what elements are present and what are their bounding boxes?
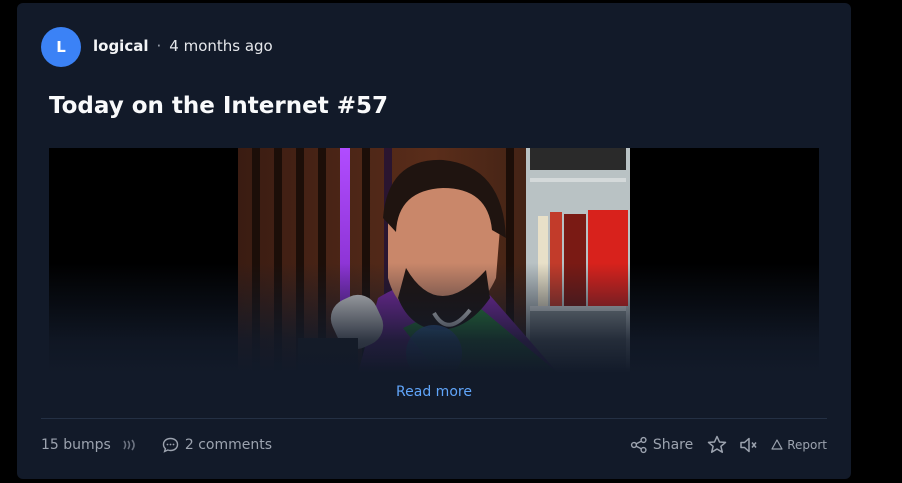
divider bbox=[41, 418, 827, 419]
star-icon[interactable] bbox=[707, 435, 727, 454]
bumps-count: 15 bumps bbox=[41, 437, 111, 453]
read-more-link[interactable]: Read more bbox=[17, 384, 851, 400]
share-button[interactable]: Share bbox=[630, 436, 693, 454]
avatar[interactable]: L bbox=[41, 27, 81, 67]
comments-button[interactable]: 2 comments bbox=[162, 437, 272, 453]
share-icon bbox=[630, 436, 648, 454]
mute-icon[interactable] bbox=[739, 436, 759, 454]
report-button[interactable]: Report bbox=[771, 438, 827, 452]
media-fade-overlay bbox=[49, 263, 819, 373]
meta-separator: · bbox=[156, 37, 162, 55]
comments-count: 2 comments bbox=[184, 437, 273, 453]
post-title[interactable]: Today on the Internet #57 bbox=[49, 93, 388, 119]
report-icon bbox=[771, 439, 783, 450]
share-label: Share bbox=[652, 436, 694, 453]
post-media[interactable] bbox=[49, 148, 819, 373]
report-label: Report bbox=[787, 437, 827, 452]
post-card: L logical · 4 months ago Today on the In… bbox=[17, 3, 851, 479]
post-time: 4 months ago bbox=[169, 37, 273, 55]
footer-right: Share Report bbox=[630, 435, 827, 454]
bumps-button[interactable]: 15 bumps bbox=[41, 437, 138, 453]
footer-left: 15 bumps 2 comments bbox=[41, 437, 272, 453]
comment-icon bbox=[162, 437, 179, 453]
bump-icon[interactable] bbox=[122, 438, 138, 452]
post-meta: logical · 4 months ago bbox=[93, 37, 273, 55]
author-name[interactable]: logical bbox=[93, 37, 148, 55]
